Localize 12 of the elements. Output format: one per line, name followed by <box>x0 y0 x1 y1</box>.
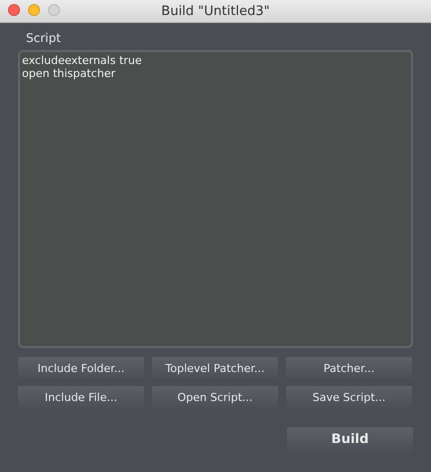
script-field[interactable]: excludeexternals true open thispatcher <box>18 50 413 348</box>
close-window-button[interactable] <box>8 4 20 16</box>
action-button[interactable]: Toplevel Patcher... <box>152 357 278 379</box>
action-button[interactable]: Include File... <box>18 386 144 408</box>
action-button[interactable]: Open Script... <box>152 386 278 408</box>
action-button[interactable]: Patcher... <box>286 357 412 379</box>
minimize-window-button[interactable] <box>28 4 40 16</box>
window-title: Build "Untitled3" <box>161 4 270 18</box>
script-label: Script <box>26 31 62 45</box>
build-button[interactable]: Build <box>287 427 413 452</box>
action-button[interactable]: Include Folder... <box>18 357 144 379</box>
action-button[interactable]: Save Script... <box>286 386 412 408</box>
